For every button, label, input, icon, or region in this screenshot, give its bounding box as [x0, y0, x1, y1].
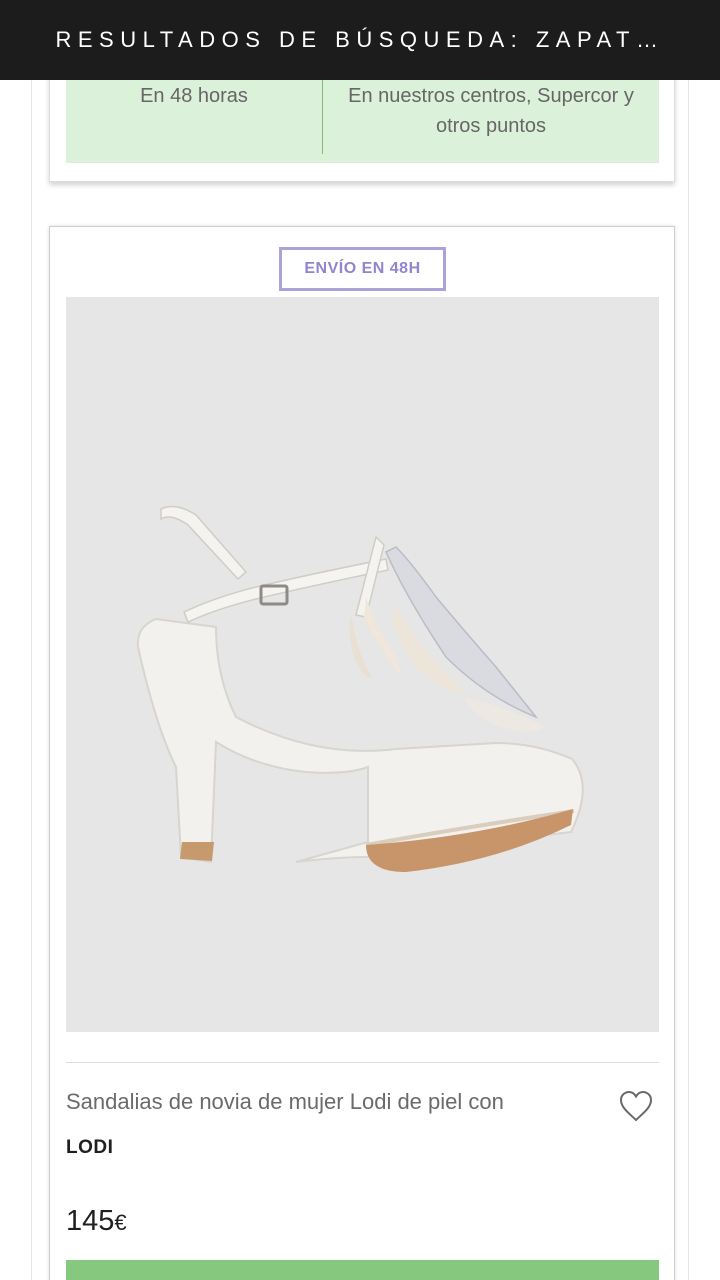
product-price: 145€: [66, 1205, 127, 1238]
product-card[interactable]: ENVÍO EN 48H Sandalias de novia de mujer…: [49, 226, 675, 1280]
product-image[interactable]: [66, 297, 659, 1032]
currency-symbol: €: [114, 1210, 127, 1235]
add-to-cart-button[interactable]: [66, 1260, 659, 1280]
shipping-badge: ENVÍO EN 48H: [279, 247, 446, 291]
product-name[interactable]: Sandalias de novia de mujer Lodi de piel…: [66, 1089, 586, 1115]
delivery-time: En 48 horas: [140, 85, 248, 107]
pickup-points: En nuestros centros, Supercor y otros pu…: [348, 85, 634, 137]
delivery-options: En 48 horas En nuestros centros, Superco…: [66, 80, 659, 163]
separator: [66, 1062, 659, 1063]
page-title: RESULTADOS DE BÚSQUEDA: ZAPAT…: [55, 27, 665, 52]
price-value: 145: [66, 1205, 115, 1237]
sandal-illustration: [136, 505, 584, 872]
top-bar: RESULTADOS DE BÚSQUEDA: ZAPAT…: [0, 0, 720, 80]
brand-name: LODI: [66, 1137, 114, 1158]
heart-outline-icon[interactable]: [618, 1089, 654, 1123]
